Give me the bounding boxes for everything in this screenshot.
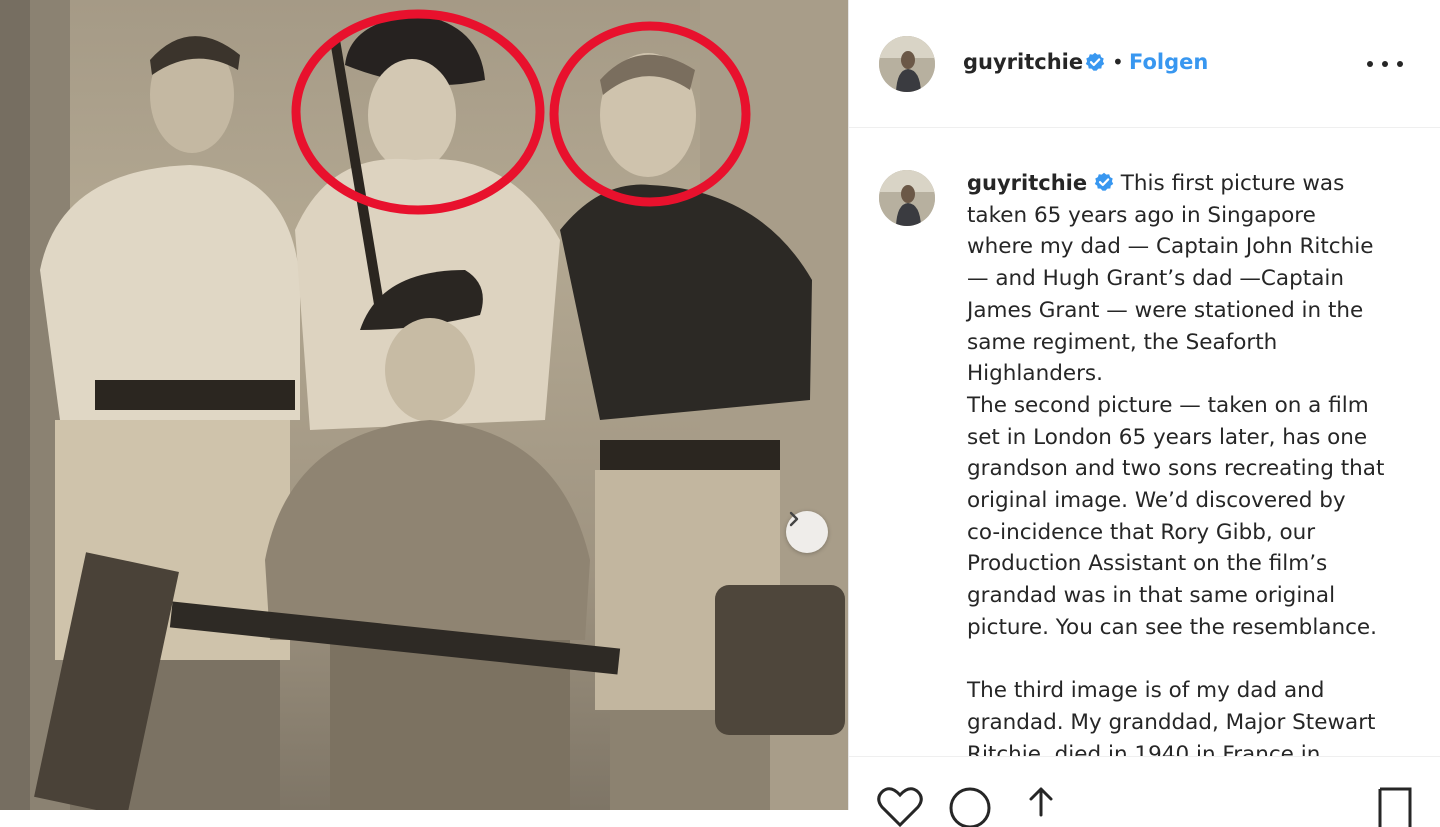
avatar[interactable] [879,36,935,92]
share-icon[interactable] [1019,785,1063,825]
author-username[interactable]: guyritchie [963,50,1083,74]
caption-line: Production Assistant on the film’s [967,551,1328,577]
caption-line: Highlanders. [967,361,1103,387]
more-options-icon[interactable] [1367,50,1403,78]
caption-line: guyritchie This first picture was [967,168,1407,200]
caption-line: where my dad — Captain John Ritchie [967,234,1374,260]
avatar[interactable] [879,170,935,226]
follow-button[interactable]: Folgen [1129,50,1208,74]
caption-line: The second picture — taken on a film [967,392,1369,418]
caption-line: taken 65 years ago in Singapore [967,202,1316,228]
verified-badge-icon [1085,52,1105,71]
caption-line: same regiment, the Seaforth [967,329,1278,355]
chevron-right-icon [789,511,799,527]
more-dot [1382,61,1388,67]
caption-line: — and Hugh Grant’s dad —Captain [967,266,1344,292]
separator-dot: • [1112,50,1124,74]
caption-text: This first picture was [1120,171,1345,196]
verified-badge-icon [1094,172,1114,191]
comment-icon[interactable] [947,787,993,827]
post-header: guyritchie • Folgen [849,0,1440,128]
more-dot [1397,61,1403,67]
caption-line: grandad. My granddad, Major Stewart [967,709,1376,735]
caption-line: original image. We’d discovered by [967,488,1346,514]
caption-line: set in London 65 years later, has one [967,424,1368,450]
post-side-panel: guyritchie • Folgen guyritchie This firs… [848,0,1440,827]
caption-line: Ritchie, died in 1940 in France in [967,741,1321,756]
heart-icon[interactable] [877,787,923,827]
action-bar [849,756,1440,827]
more-dot [1367,61,1373,67]
caption-line: grandad was in that same original [967,583,1336,609]
post-photo[interactable] [0,0,848,810]
caption-line: James Grant — were stationed in the [967,297,1364,323]
caption-username[interactable]: guyritchie [967,171,1087,195]
next-image-button[interactable] [786,511,828,553]
caption-line: co-incidence that Rory Gibb, our [967,519,1316,545]
profile-avatar-image [879,36,935,92]
bookmark-icon[interactable] [1377,787,1413,827]
caption-section: guyritchie This first picture was taken … [849,128,1440,756]
post-caption: guyritchie This first picture was taken … [967,168,1407,756]
caption-line: The third image is of my dad and [967,678,1325,704]
sepia-group-photo [0,0,848,810]
caption-line: picture. You can see the resemblance. [967,614,1377,640]
profile-avatar-image [879,170,935,226]
caption-line: grandson and two sons recreating that [967,456,1385,482]
